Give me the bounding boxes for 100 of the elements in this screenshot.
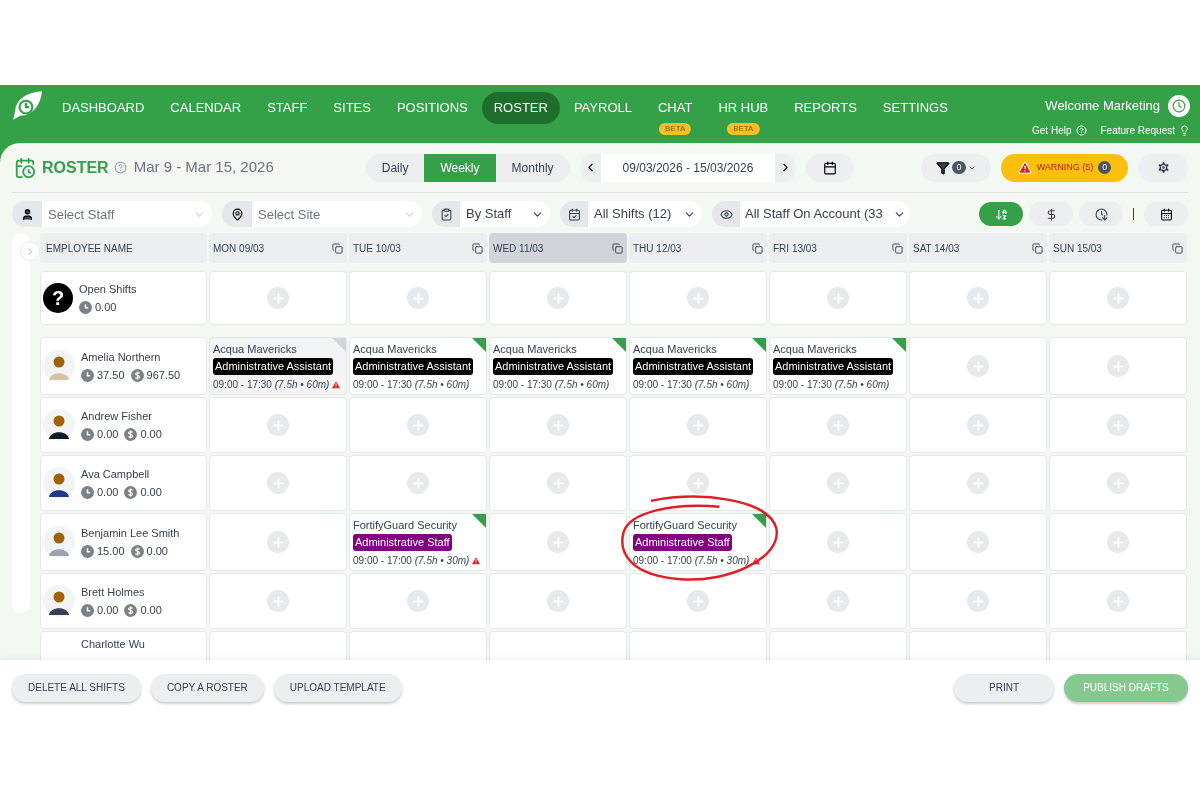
hours-value: 0.00	[95, 300, 117, 315]
warning-icon	[1017, 160, 1032, 175]
clock-icon	[81, 544, 94, 558]
shift-card[interactable]: Acqua Mavericks Administrative Assistant 09:00 - 17:30 (7.5h • 60m)	[629, 337, 767, 395]
nav-item[interactable]: ROSTER	[481, 92, 560, 124]
copy-icon[interactable]	[752, 242, 763, 254]
employee-name: Benjamin Lee Smith	[81, 525, 180, 541]
day-label: SUN 15/03	[1053, 241, 1102, 256]
previous-button[interactable]	[579, 153, 601, 182]
position-label: Administrative Assistant	[773, 358, 894, 375]
warning-count: 0	[1098, 160, 1112, 175]
clipboard-icon	[439, 207, 453, 221]
shift-card[interactable]: Acqua Mavericks Administrative Assistant 09:00 - 17:30 (7.5h • 60m)	[209, 337, 347, 395]
clock-icon	[81, 485, 94, 499]
warning-label: WARNING (5)	[1036, 160, 1094, 174]
sort-button[interactable]	[1029, 202, 1073, 226]
hours-value: 37.50	[97, 368, 125, 383]
print-button[interactable]: PRINT	[954, 673, 1054, 702]
copy-icon[interactable]	[332, 242, 343, 254]
employee-name: Charlotte Wu	[81, 637, 145, 652]
shift-card[interactable]: Acqua Mavericks Administrative Assistant 09:00 - 17:30 (7.5h • 60m)	[769, 337, 907, 395]
staff-select[interactable]: Select Staff	[42, 201, 193, 227]
calendar-icon	[567, 207, 581, 221]
group-by-select[interactable]: By Staff	[432, 201, 550, 227]
page-title: ROSTER	[42, 157, 109, 178]
employee-name: Ava Campbell	[81, 466, 151, 482]
cost-value: 0.00	[146, 544, 168, 559]
shift-time: 09:00 - 17:30 (7.5h • 60m)	[213, 378, 330, 392]
settings-icon	[1155, 160, 1171, 175]
employee-name: Amelia Northern	[81, 349, 162, 365]
site-select[interactable]: Select Site	[252, 201, 403, 227]
filter-count: 0	[952, 160, 966, 175]
copy-icon[interactable]	[892, 242, 903, 254]
roster-icon	[14, 156, 36, 179]
shift-card[interactable]: FortifyGuard Security Administrative Staff 09:00 - 17:00 (7.5h • 30m)	[629, 513, 767, 571]
footer-button[interactable]: DELETE ALL SHIFTS	[12, 673, 141, 702]
copy-icon[interactable]	[1172, 242, 1183, 254]
dollar-icon	[124, 427, 138, 441]
filter-button[interactable]: 0	[921, 153, 991, 182]
cost-value: 967.50	[146, 368, 181, 383]
site-name: Acqua Mavericks	[213, 343, 297, 356]
sort-button[interactable]	[1079, 202, 1123, 226]
shift-card[interactable]: Acqua Mavericks Administrative Assistant 09:00 - 17:30 (7.5h • 60m)	[349, 337, 487, 395]
shift-card[interactable]: FortifyGuard Security Administrative Staff 09:00 - 17:00 (7.5h • 30m)	[349, 513, 487, 571]
day-label: FRI 13/03	[773, 241, 817, 256]
dropdown-toggle[interactable]	[403, 201, 422, 227]
shift-card[interactable]: Acqua Mavericks Administrative Assistant 09:00 - 17:30 (7.5h • 60m)	[489, 337, 627, 395]
date-range: Mar 9 - Mar 15, 2026	[133, 157, 274, 178]
position-label: Administrative Staff	[633, 534, 732, 551]
hours-value: 0.00	[97, 603, 119, 618]
map-pin-icon	[230, 207, 244, 221]
filter-icon	[936, 160, 951, 175]
beta-badge: BETA	[659, 123, 692, 135]
shift-time: 09:00 - 17:30 (7.5h • 60m)	[633, 378, 750, 392]
avatar	[43, 526, 75, 558]
clock-icon	[81, 368, 94, 382]
add-shift-button[interactable]	[687, 472, 709, 494]
clock-sort-icon	[1094, 207, 1108, 221]
hours-value: 0.00	[97, 485, 119, 500]
position-label: Administrative Staff	[353, 534, 452, 551]
shift-time: 09:00 - 17:30 (7.5h • 60m)	[353, 378, 470, 392]
logo	[10, 89, 44, 123]
sort-button[interactable]	[979, 202, 1023, 226]
calendar-button[interactable]	[806, 153, 855, 182]
footer-button[interactable]: UPLOAD TEMPLATE	[273, 673, 402, 702]
expand-button[interactable]	[20, 241, 40, 261]
copy-icon[interactable]	[612, 242, 623, 254]
copy-icon[interactable]	[1032, 242, 1043, 254]
date-range-field[interactable]: 09/03/2026 - 15/03/2026	[600, 153, 776, 182]
dropdown-toggle[interactable]	[193, 201, 212, 227]
calendar-icon	[1159, 207, 1173, 221]
view-tab[interactable]: Monthly	[495, 153, 570, 182]
calendar-view-button[interactable]	[1144, 202, 1188, 226]
avatar	[43, 467, 75, 499]
position-label: Administrative Assistant	[493, 358, 614, 375]
site-name: Acqua Mavericks	[493, 343, 577, 356]
cost-value: 0.00	[140, 485, 162, 500]
position-label: Administrative Assistant	[353, 358, 474, 375]
dollar-icon	[130, 368, 144, 382]
day-label: THU 12/03	[633, 241, 682, 256]
employee-name: Andrew Fisher	[81, 408, 153, 424]
calendar-icon	[823, 160, 838, 175]
eye-icon	[719, 207, 733, 221]
cost-value: 0.00	[140, 603, 162, 618]
view-tab[interactable]: Daily	[365, 153, 425, 182]
site-name: Acqua Mavericks	[633, 343, 717, 356]
warning-button[interactable]: WARNING (5) 0	[1001, 153, 1128, 182]
shifts-select[interactable]: All Shifts (12)	[560, 201, 702, 227]
settings-button[interactable]	[1138, 153, 1188, 182]
user-avatar[interactable]	[1168, 95, 1190, 117]
copy-icon[interactable]	[472, 242, 483, 254]
site-name: Acqua Mavericks	[353, 343, 437, 356]
open-shifts-avatar: ?	[43, 283, 73, 313]
footer-button[interactable]: COPY A ROSTER	[150, 673, 264, 702]
hours-value: 0.00	[97, 427, 119, 442]
site-name: FortifyGuard Security	[353, 519, 457, 532]
next-button[interactable]	[775, 153, 797, 182]
position-label: Administrative Assistant	[633, 358, 754, 375]
shift-time: 09:00 - 17:00 (7.5h • 30m)	[353, 554, 470, 568]
staff-view-select[interactable]: All Staff On Account (33	[712, 201, 910, 227]
